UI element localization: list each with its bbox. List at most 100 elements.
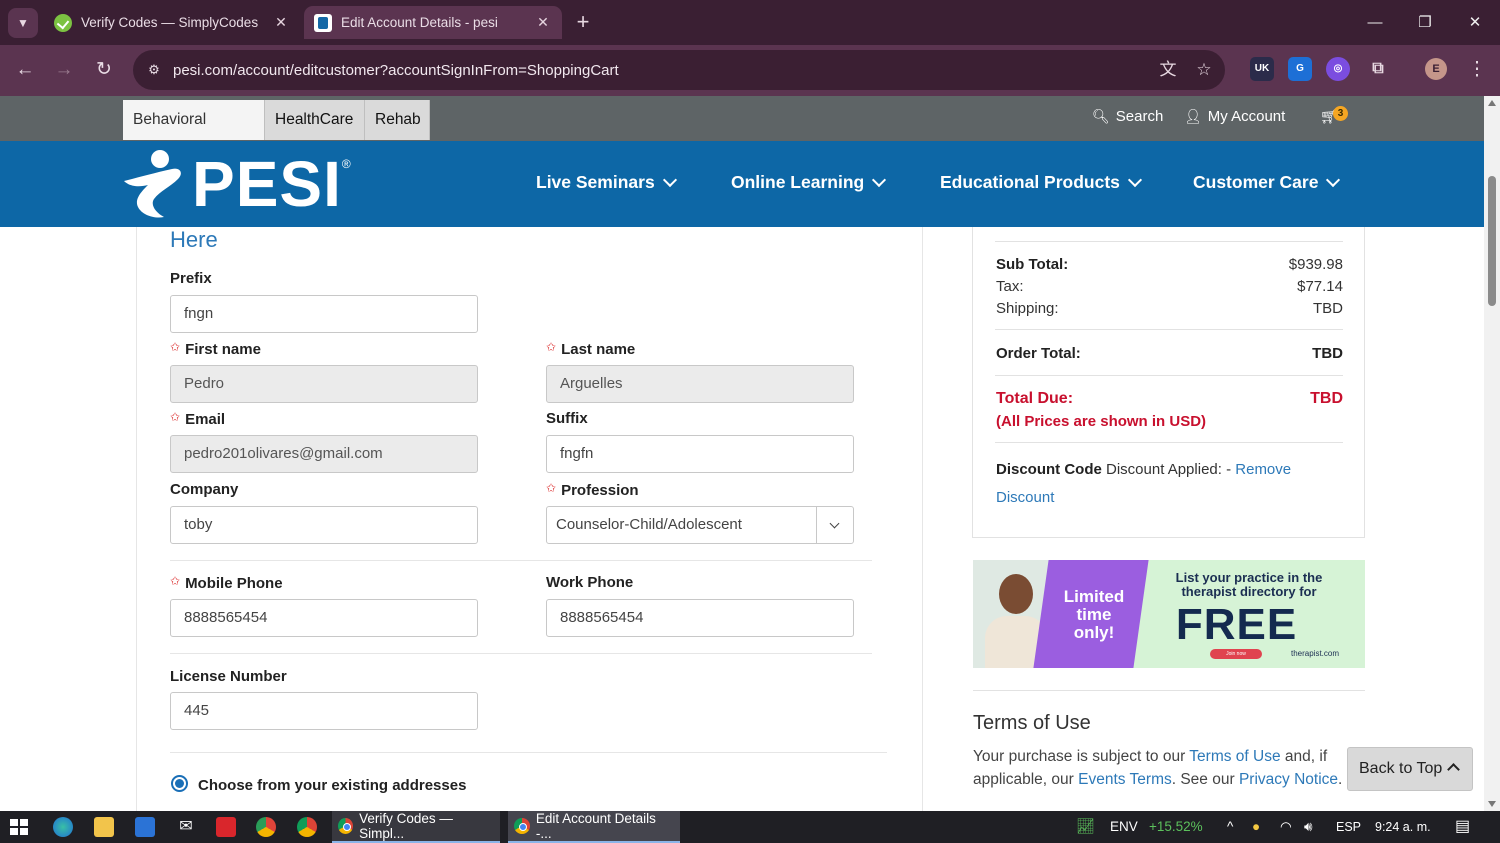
taskbar-app-verify-codes[interactable]: Verify Codes — Simpl... (332, 811, 500, 843)
email-field[interactable]: pedro201olivares@gmail.com (170, 435, 478, 473)
back-arrow-icon[interactable]: ← (10, 55, 40, 85)
nav-label: Customer Care (1193, 172, 1319, 192)
browser-tab-pesi[interactable]: Edit Account Details - pesi ✕ (304, 6, 562, 39)
translate-extension-icon[interactable]: G (1288, 57, 1312, 81)
existing-address-radio[interactable] (171, 775, 188, 792)
scroll-up-arrow-icon[interactable] (1488, 100, 1496, 106)
order-total-value: TBD (1312, 345, 1343, 362)
wifi-icon[interactable]: ◠ (1280, 811, 1292, 843)
reload-icon[interactable]: ↻ (89, 55, 119, 85)
browser-menu-icon[interactable]: ⋮ (1462, 55, 1492, 85)
chrome-icon[interactable] (297, 817, 317, 837)
events-terms-link[interactable]: Events Terms (1078, 771, 1172, 788)
back-to-top-button[interactable]: Back to Top (1347, 747, 1473, 791)
file-explorer-icon[interactable] (94, 817, 114, 837)
windows-taskbar: ✉ Verify Codes — Simpl... Edit Account D… (0, 811, 1500, 843)
chrome-canary-icon[interactable] (256, 817, 276, 837)
chrome-icon (338, 818, 354, 834)
existing-address-label[interactable]: Choose from your existing addresses (198, 777, 466, 794)
nav-customer-care[interactable]: Customer Care (1193, 172, 1341, 193)
privacy-notice-link[interactable]: Privacy Notice (1239, 771, 1338, 788)
page-scrollbar[interactable] (1484, 96, 1500, 811)
new-tab-button[interactable]: + (570, 10, 596, 36)
volume-icon[interactable]: 🔊︎ (1304, 811, 1313, 843)
discount-code-row: Discount Code Discount Applied: - Remove… (996, 456, 1326, 512)
scrollbar-thumb[interactable] (1488, 176, 1496, 306)
address-bar[interactable]: ⚙ pesi.com/account/editcustomer?accountS… (133, 50, 1225, 90)
discount-code-label: Discount Code (996, 461, 1102, 478)
tray-app-icon[interactable]: ● (1252, 811, 1260, 843)
language-indicator[interactable]: ESP (1336, 811, 1361, 843)
category-rehab[interactable]: Rehab (365, 100, 430, 140)
office-icon[interactable] (216, 817, 236, 837)
tab-search-button[interactable]: ▼ (8, 8, 38, 38)
terms-text: . See our (1171, 771, 1239, 788)
edge-icon[interactable] (53, 817, 73, 837)
store-icon[interactable] (135, 817, 155, 837)
therapist-directory-ad[interactable]: Limited time only! List your practice in… (973, 560, 1365, 668)
prefix-input[interactable]: fngn (170, 295, 478, 333)
translate-icon[interactable]: 文 (1153, 55, 1183, 85)
minimize-window-button[interactable]: — (1352, 8, 1398, 38)
notifications-icon[interactable]: ▤ (1455, 811, 1470, 843)
terms-of-use-text: Your purchase is subject to our Terms of… (973, 745, 1353, 791)
extensions-puzzle-icon[interactable]: ⧉ (1366, 57, 1390, 81)
chevron-up-icon[interactable]: ^ (1227, 811, 1233, 843)
ad-join-button[interactable]: Join now (1210, 649, 1262, 659)
site-settings-icon[interactable]: ⚙ (145, 61, 163, 79)
shipping-label: Shipping: (996, 300, 1059, 317)
terms-of-use-link[interactable]: Terms of Use (1189, 748, 1280, 765)
browser-tab-simplycodes[interactable]: Verify Codes — SimplyCodes ✕ (44, 6, 300, 39)
clock[interactable]: 9:24 a. m. (1375, 811, 1431, 843)
nav-live-seminars[interactable]: Live Seminars (536, 172, 677, 193)
stock-ticker[interactable]: ENV (1110, 811, 1138, 843)
suffix-input[interactable]: fngfn (546, 435, 854, 473)
scroll-down-arrow-icon[interactable] (1488, 801, 1496, 807)
site-search-link[interactable]: 🔍︎ Search (1092, 108, 1163, 125)
back-to-top-label: Back to Top (1359, 760, 1443, 777)
terms-text: . (1338, 771, 1343, 788)
windows-start-icon[interactable] (10, 819, 28, 835)
chevron-down-icon[interactable] (816, 507, 853, 543)
subtotal-row: Sub Total: $939.98 (996, 256, 1343, 273)
ad-headline: List your practice in the therapist dire… (1175, 570, 1323, 599)
close-tab-icon[interactable]: ✕ (534, 14, 552, 31)
profile-avatar[interactable]: E (1425, 58, 1447, 80)
label-text: First name (185, 341, 261, 358)
last-name-field[interactable]: Arguelles (546, 365, 854, 403)
close-tab-icon[interactable]: ✕ (272, 14, 290, 31)
mail-icon[interactable]: ✉ (176, 817, 196, 837)
mobile-phone-input[interactable]: 8888565454 (170, 599, 478, 637)
ad-brand: therapist.com (1291, 649, 1340, 658)
company-input[interactable]: toby (170, 506, 478, 544)
category-healthcare[interactable]: HealthCare (265, 100, 365, 140)
page-content: Here Prefix fngn ✩ First name Pedro ✩ Last… (0, 227, 1484, 811)
forward-arrow-icon[interactable]: → (49, 55, 79, 85)
divider (170, 653, 872, 654)
first-name-field[interactable]: Pedro (170, 365, 478, 403)
chevron-down-icon (662, 172, 677, 187)
nav-online-learning[interactable]: Online Learning (731, 172, 887, 193)
tax-label: Tax: (996, 278, 1024, 295)
restore-window-button[interactable]: ❐ (1402, 8, 1448, 38)
category-behavioral-health[interactable]: Behavioral Health (123, 100, 265, 168)
required-star-icon: ✩ (170, 410, 181, 424)
nav-educational-products[interactable]: Educational Products (940, 172, 1142, 193)
profession-select[interactable]: Counselor-Child/Adolescent (546, 506, 854, 544)
url-text[interactable]: pesi.com/account/editcustomer?accountSig… (173, 62, 1153, 79)
bookmark-star-icon[interactable]: ☆ (1189, 55, 1219, 85)
close-window-button[interactable]: ✕ (1452, 8, 1498, 38)
search-label: Search (1115, 108, 1164, 125)
extension-icon[interactable]: ◎ (1326, 57, 1350, 81)
usd-note: (All Prices are shown in USD) (996, 413, 1207, 430)
my-account-link[interactable]: 👤︎ My Account (1184, 108, 1285, 125)
label-text: Mobile Phone (185, 575, 283, 592)
pesi-logo[interactable]: PESI ® (120, 145, 351, 223)
work-phone-label: Work Phone (546, 574, 634, 591)
license-number-input[interactable]: 445 (170, 692, 478, 730)
work-phone-input[interactable]: 8888565454 (546, 599, 854, 637)
required-star-icon: ✩ (170, 574, 181, 588)
uk-extension-icon[interactable]: UK (1250, 57, 1274, 81)
mobile-phone-label: ✩ Mobile Phone (170, 574, 283, 592)
taskbar-app-edit-account[interactable]: Edit Account Details -... (508, 811, 680, 843)
